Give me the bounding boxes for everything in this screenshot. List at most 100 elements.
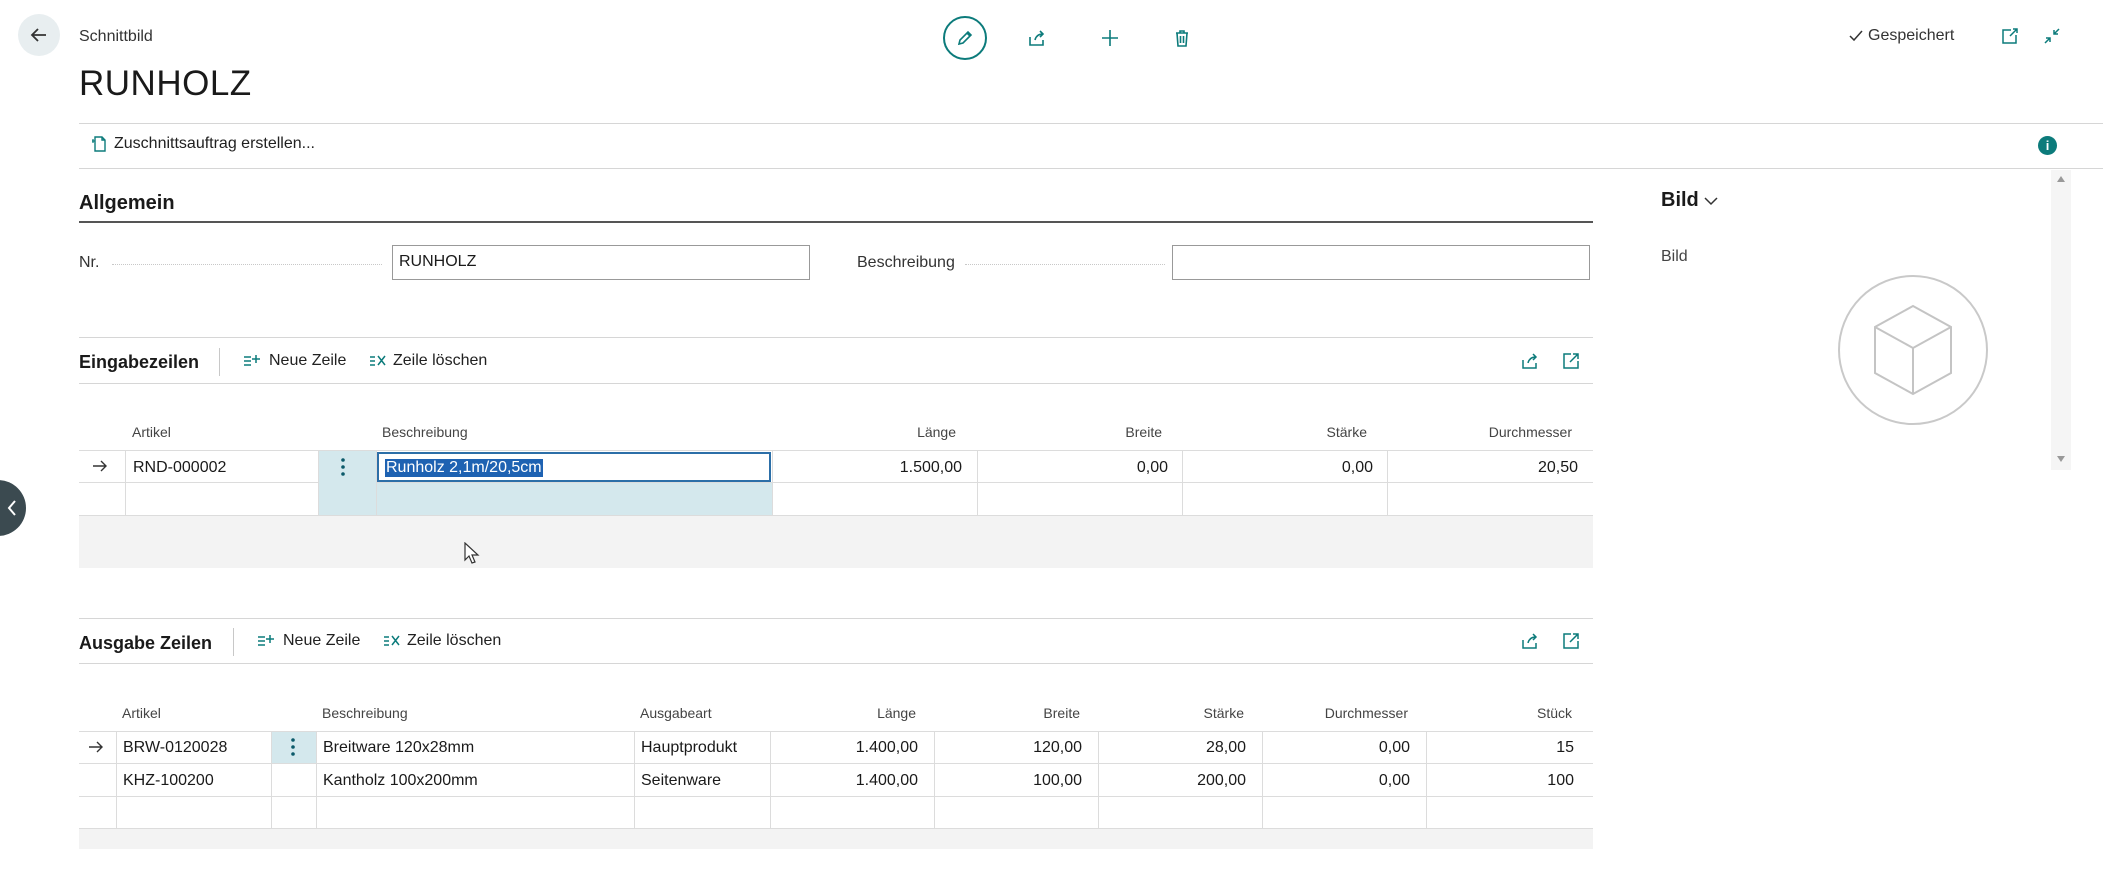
- output-share-button[interactable]: [1520, 631, 1540, 651]
- col-header-artikel: Artikel: [122, 705, 161, 721]
- description-leader: [965, 264, 1165, 265]
- col-header-durchmesser: Durchmesser: [1488, 424, 1572, 440]
- input-row-durchmesser[interactable]: 20,50: [1392, 459, 1578, 477]
- factbox-label: Bild: [1661, 248, 1688, 265]
- output-lines-bottom-divider: [79, 663, 1593, 664]
- input-expand-button[interactable]: [1561, 351, 1581, 371]
- delete-line-icon: [384, 635, 400, 646]
- selected-cell-actions: [318, 451, 376, 515]
- edit-pencil-icon: [957, 30, 973, 46]
- input-row-breite[interactable]: 0,00: [982, 459, 1168, 477]
- col-header-artikel: Artikel: [132, 424, 171, 440]
- selected-cell-empty: [376, 483, 772, 515]
- chevron-left-icon: [7, 500, 16, 516]
- create-cut-order-action[interactable]: Zuschnittsauftrag erstellen...: [92, 135, 315, 153]
- row-divider: [79, 763, 1593, 764]
- output-row-ausgabeart[interactable]: Seitenware: [641, 772, 721, 790]
- input-row-artikel[interactable]: RND-000002: [133, 459, 226, 477]
- output-row-laenge[interactable]: 1.400,00: [774, 772, 918, 790]
- description-field[interactable]: [1172, 245, 1590, 280]
- output-row-stueck[interactable]: 15: [1430, 739, 1574, 757]
- input-delete-line-label: Zeile löschen: [393, 352, 488, 369]
- col-header-breite: Breite: [1125, 424, 1162, 440]
- open-new-window-icon: [2002, 28, 2018, 44]
- factbox-toggle[interactable]: Bild: [1661, 189, 1719, 212]
- input-row-laenge[interactable]: 1.500,00: [776, 459, 962, 477]
- output-row-stueck[interactable]: 100: [1430, 772, 1574, 790]
- output-delete-line-button[interactable]: Zeile löschen: [383, 632, 501, 650]
- share-button[interactable]: [1015, 16, 1059, 60]
- output-row-beschreibung[interactable]: Breitware 120x28mm: [323, 739, 474, 757]
- output-row-staerke[interactable]: 200,00: [1102, 772, 1246, 790]
- delete-button[interactable]: [1160, 16, 1204, 60]
- checkmark-icon: [1849, 30, 1863, 42]
- col-divider: [934, 731, 935, 829]
- col-divider: [634, 731, 635, 829]
- input-delete-line-button[interactable]: Zeile löschen: [369, 352, 487, 370]
- expand-icon: [1563, 633, 1579, 649]
- output-row-breite[interactable]: 120,00: [938, 739, 1082, 757]
- col-divider: [125, 450, 126, 516]
- output-delete-line-label: Zeile löschen: [407, 632, 502, 649]
- output-row-staerke[interactable]: 28,00: [1102, 739, 1246, 757]
- new-line-icon: [258, 635, 274, 646]
- col-divider: [1262, 731, 1263, 829]
- chevron-down-icon: [1704, 196, 1718, 205]
- col-header-laenge: Länge: [917, 424, 956, 440]
- plus-icon: [1102, 30, 1118, 46]
- col-divider: [116, 731, 117, 829]
- picture-placeholder[interactable]: [1838, 275, 1988, 425]
- open-new-window-button[interactable]: [2000, 26, 2020, 46]
- col-header-staerke: Stärke: [1203, 705, 1244, 721]
- separator: [233, 628, 234, 656]
- description-label: Beschreibung: [857, 254, 955, 271]
- output-new-line-label: Neue Zeile: [283, 632, 361, 649]
- output-row-laenge[interactable]: 1.400,00: [774, 739, 918, 757]
- output-row-breite[interactable]: 100,00: [938, 772, 1082, 790]
- save-status-label: Gespeichert: [1868, 27, 1955, 44]
- col-header-stueck: Stück: [1536, 705, 1572, 721]
- output-row-beschreibung[interactable]: Kantholz 100x200mm: [323, 772, 478, 790]
- back-button[interactable]: [18, 14, 60, 56]
- output-row-durchmesser[interactable]: 0,00: [1266, 739, 1410, 757]
- collapse-icon: [2044, 28, 2060, 44]
- delete-line-icon: [370, 355, 386, 366]
- more-options-icon[interactable]: [290, 737, 296, 757]
- share-icon: [1522, 353, 1538, 369]
- output-new-line-button[interactable]: Neue Zeile: [257, 632, 360, 650]
- share-icon: [1522, 633, 1538, 649]
- nr-field[interactable]: RUNHOLZ: [392, 245, 810, 280]
- nr-label: Nr.: [79, 254, 100, 271]
- input-new-line-button[interactable]: Neue Zeile: [243, 352, 346, 370]
- col-header-beschreibung: Beschreibung: [382, 424, 468, 440]
- action-bar: [79, 123, 2103, 169]
- factbox-scrollbar[interactable]: [2051, 170, 2071, 470]
- more-options-icon[interactable]: [340, 457, 346, 477]
- input-row-staerke[interactable]: 0,00: [1187, 459, 1373, 477]
- output-row-ausgabeart[interactable]: Hauptprodukt: [641, 739, 737, 757]
- section-divider: [79, 221, 1593, 223]
- col-divider: [772, 450, 773, 516]
- separator: [219, 348, 220, 376]
- col-divider: [1098, 731, 1099, 829]
- input-row-description-field[interactable]: Runholz 2,1m/20,5cm: [377, 452, 771, 482]
- document-icon: [92, 136, 106, 152]
- save-status: Gespeichert: [1848, 27, 1954, 45]
- create-cut-order-label: Zuschnittsauftrag erstellen...: [114, 135, 315, 152]
- side-panel-toggle[interactable]: [0, 480, 26, 536]
- input-share-button[interactable]: [1520, 351, 1540, 371]
- row-arrow-icon: [88, 740, 104, 754]
- output-row-durchmesser[interactable]: 0,00: [1266, 772, 1410, 790]
- output-row-artikel[interactable]: BRW-0120028: [123, 739, 227, 757]
- new-button[interactable]: [1088, 16, 1132, 60]
- output-row-artikel[interactable]: KHZ-100200: [123, 772, 214, 790]
- collapse-button[interactable]: [2042, 26, 2062, 46]
- input-row-beschreibung: Runholz 2,1m/20,5cm: [385, 459, 543, 477]
- edit-button[interactable]: [943, 16, 987, 60]
- info-icon[interactable]: i: [2038, 136, 2057, 155]
- input-lines-bottom-divider: [79, 383, 1593, 384]
- col-divider: [770, 731, 771, 829]
- output-expand-button[interactable]: [1561, 631, 1581, 651]
- col-divider: [318, 450, 319, 516]
- output-lines-top-divider: [79, 618, 1593, 619]
